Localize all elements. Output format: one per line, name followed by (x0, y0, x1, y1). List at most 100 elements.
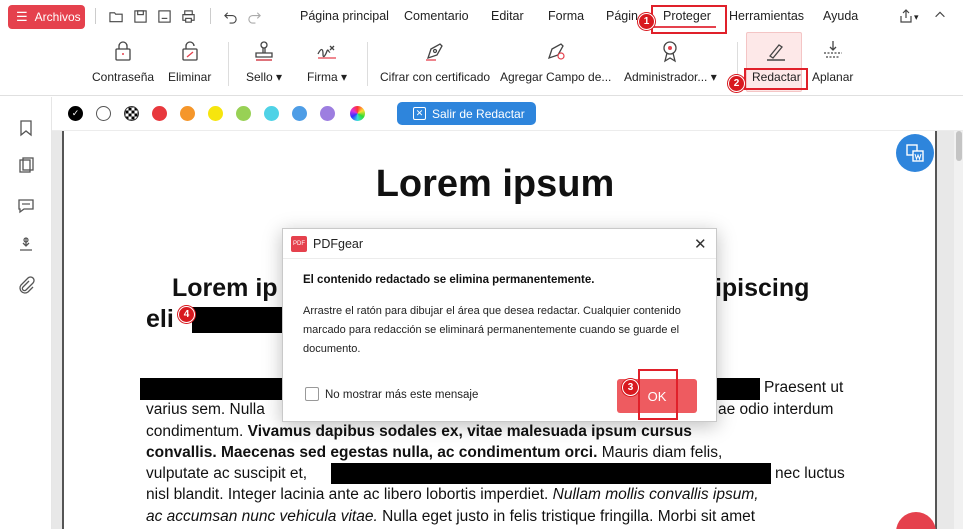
highlight-redactar (744, 68, 808, 90)
save-as-icon[interactable] (152, 7, 176, 25)
share-icon[interactable] (898, 8, 914, 27)
dont-show-again-checkbox[interactable] (305, 387, 319, 401)
color-checker[interactable] (124, 106, 139, 121)
highlight-ok (638, 369, 678, 420)
color-purple[interactable] (320, 106, 335, 121)
exit-redact-icon: ✕ (413, 107, 426, 120)
menu-ayuda[interactable]: Ayuda (823, 9, 858, 23)
comments-icon[interactable] (15, 195, 37, 217)
menu-bar: ☰ Archivos Página principal Comentario E… (0, 0, 963, 32)
badge-icon (663, 41, 678, 63)
salir-redactar-label: Salir de Redactar (432, 106, 525, 121)
redact-icon (767, 44, 786, 61)
para-line-2-end: ae odio interdum (718, 401, 834, 418)
para-line-3: condimentum. Vivamus dapibus sodales ex,… (146, 423, 692, 440)
color-red[interactable] (152, 106, 167, 121)
para-line-7: ac accumsan nunc vehicula vitae. Nulla e… (146, 508, 756, 525)
cifrar-certificado-button[interactable]: Cifrar con certificado (380, 38, 490, 92)
color-white[interactable] (96, 106, 111, 121)
print-icon[interactable] (176, 7, 200, 25)
step-badge-4: 4 (178, 306, 195, 323)
highlight-proteger (651, 5, 727, 34)
open-folder-icon[interactable] (104, 7, 128, 25)
eliminar-button[interactable]: Eliminar (168, 38, 211, 92)
step-badge-1: 1 (638, 13, 655, 30)
archivos-button[interactable]: ☰ Archivos (8, 5, 85, 29)
firma-label: Firma ▾ (307, 70, 348, 84)
menu-comentario[interactable]: Comentario (404, 9, 469, 23)
left-sidebar (0, 97, 52, 529)
undo-icon[interactable] (218, 7, 242, 25)
administrador-button[interactable]: Administrador... ▾ (624, 38, 717, 92)
menu-pagina-principal[interactable]: Página principal (300, 9, 389, 23)
ribbon-toolbar: Contraseña Eliminar Sello ▾ Firma ▾ Cifr… (0, 32, 963, 96)
dialog-description: Arrastre el ratón para dibujar el área q… (303, 305, 681, 355)
color-blue[interactable] (292, 106, 307, 121)
padlock-icon (115, 41, 131, 61)
heading-right: lipiscing (708, 274, 810, 302)
thumbnails-icon[interactable] (15, 155, 37, 177)
dont-show-again-label: No mostrar más este mensaje (325, 389, 479, 401)
heading-left: Lorem ip (172, 274, 278, 302)
agregar-campo-label: Agregar Campo de... (500, 70, 612, 84)
pdfgear-logo-icon: PDF (291, 236, 307, 252)
attachment-icon[interactable] (15, 274, 37, 296)
menu-forma[interactable]: Forma (548, 9, 584, 23)
menu-editar[interactable]: Editar (491, 9, 524, 23)
unlock-icon (182, 41, 198, 61)
contrasena-label: Contraseña (92, 70, 155, 84)
contrasena-button[interactable]: Contraseña (92, 38, 154, 92)
para-line-6: nisl blandit. Integer lacinia ante ac li… (146, 486, 759, 503)
para-line-1-end: Praesent ut (764, 379, 844, 396)
hamburger-icon: ☰ (16, 9, 28, 24)
color-orange[interactable] (180, 106, 195, 121)
flatten-icon (823, 41, 842, 58)
color-cyan[interactable] (264, 106, 279, 121)
color-green[interactable] (236, 106, 251, 121)
eliminar-label: Eliminar (168, 70, 212, 84)
agregar-campo-button[interactable]: Agregar Campo de... (500, 38, 611, 92)
color-black-selected[interactable]: ✓ (68, 106, 83, 121)
cifrar-certificado-label: Cifrar con certificado (380, 70, 491, 84)
scrollbar-thumb[interactable] (956, 131, 962, 161)
ribbon-divider (367, 42, 368, 86)
para-line-5-end: nec luctus (775, 465, 845, 482)
color-custom-picker[interactable] (350, 106, 365, 121)
collapse-ribbon-icon[interactable] (933, 8, 947, 25)
signature-panel-icon[interactable] (15, 234, 37, 256)
save-icon[interactable] (128, 7, 152, 25)
para-line-5-start: vulputate ac suscipit et, (146, 465, 308, 482)
menu-divider (95, 8, 96, 24)
signature-icon (317, 45, 337, 59)
menu-pagina[interactable]: Págin (606, 9, 638, 23)
administrador-label: Administrador... ▾ (624, 70, 717, 84)
pdf-to-word-icon (906, 144, 924, 162)
dialog-titlebar: PDF PDFgear ✕ (283, 229, 716, 259)
sello-label: Sello ▾ (246, 70, 283, 84)
menu-herramientas[interactable]: Herramientas (729, 9, 804, 23)
vertical-scrollbar[interactable] (954, 131, 963, 529)
bookmark-icon[interactable] (15, 117, 37, 139)
redaction-box[interactable] (331, 463, 771, 484)
salir-redactar-button[interactable]: ✕ Salir de Redactar (397, 102, 536, 125)
stamp-icon (255, 41, 273, 61)
aplanar-button[interactable]: Aplanar (812, 38, 853, 92)
dialog-close-icon[interactable]: ✕ (694, 235, 707, 253)
archivos-label: Archivos (34, 10, 81, 24)
dialog-title: PDFgear (313, 237, 364, 251)
convert-to-word-button[interactable] (896, 134, 934, 172)
aplanar-label: Aplanar (812, 70, 854, 84)
firma-button[interactable]: Firma ▾ (307, 38, 347, 92)
document-title: Lorem ipsum (375, 163, 615, 205)
heading-line2: eli (146, 305, 174, 333)
para-line-4: convallis. Maecenas sed egestas nulla, a… (146, 444, 723, 461)
color-yellow[interactable] (208, 106, 223, 121)
dialog-message: El contenido redactado se elimina perman… (303, 274, 595, 286)
step-badge-2: 2 (728, 75, 745, 92)
redaction-color-bar: ✓ ✕ Salir de Redactar (52, 97, 963, 131)
cert-pen-icon (426, 43, 443, 61)
share-dropdown-icon[interactable]: ▾ (914, 12, 919, 23)
redo-icon[interactable] (242, 7, 266, 25)
ribbon-divider (228, 42, 229, 86)
sello-button[interactable]: Sello ▾ (246, 38, 282, 92)
